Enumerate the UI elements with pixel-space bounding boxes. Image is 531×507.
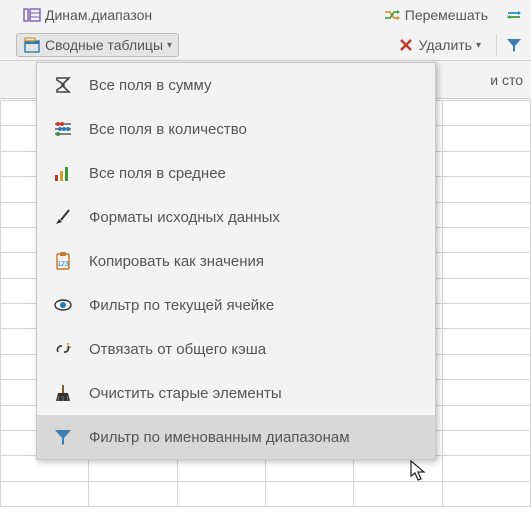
sigma-icon (51, 73, 75, 97)
broom-icon (51, 381, 75, 405)
brush-icon (51, 205, 75, 229)
eye-icon (51, 293, 75, 317)
filter-icon[interactable] (505, 36, 523, 54)
pivot-tables-button[interactable]: Сводные таблицы ▾ (16, 33, 179, 57)
sync-icon[interactable] (505, 6, 523, 24)
menu-item-label: Фильтр по именованным диапазонам (89, 429, 350, 446)
funnel-icon (51, 425, 75, 449)
delete-button[interactable]: Удалить ▾ (390, 33, 488, 57)
menu-copy-as-values[interactable]: 123 Копировать как значения (37, 239, 435, 283)
range-icon (23, 6, 41, 24)
shuffle-label: Перемешать (405, 7, 488, 23)
menu-item-label: Очистить старые элементы (89, 385, 282, 402)
menu-unlink-cache[interactable]: Отвязать от общего кэша (37, 327, 435, 371)
menu-item-label: Все поля в количество (89, 121, 247, 138)
delete-icon (397, 36, 415, 54)
shuffle-button[interactable]: Перемешать (376, 3, 495, 27)
pivot-tables-label: Сводные таблицы (45, 37, 163, 53)
menu-all-fields-count[interactable]: Все поля в количество (37, 107, 435, 151)
unlink-icon (51, 337, 75, 361)
menu-all-fields-sum[interactable]: Все поля в сумму (37, 63, 435, 107)
abacus-icon (51, 117, 75, 141)
shuffle-icon (383, 6, 401, 24)
dynamic-range-button[interactable]: Динам.диапазон (16, 3, 159, 27)
pivot-icon (23, 36, 41, 54)
svg-text:123: 123 (57, 261, 69, 268)
ribbon: Динам.диапазон Перемешать (0, 0, 531, 61)
menu-source-formats[interactable]: Форматы исходных данных (37, 195, 435, 239)
delete-label: Удалить (419, 37, 472, 53)
pivot-tables-dropdown: Все поля в сумму Все поля в количество В… (36, 62, 436, 460)
separator (496, 34, 497, 56)
bar-chart-icon (51, 161, 75, 185)
menu-item-label: Все поля в среднее (89, 165, 226, 182)
menu-item-label: Копировать как значения (89, 253, 264, 270)
menu-filter-named-ranges[interactable]: Фильтр по именованным диапазонам (37, 415, 435, 459)
menu-filter-current-cell[interactable]: Фильтр по текущей ячейке (37, 283, 435, 327)
menu-item-label: Форматы исходных данных (89, 209, 280, 226)
menu-item-label: Фильтр по текущей ячейке (89, 297, 274, 314)
clipboard-icon: 123 (51, 249, 75, 273)
truncated-text: и сто (490, 72, 523, 88)
menu-clear-old-items[interactable]: Очистить старые элементы (37, 371, 435, 415)
dynamic-range-label: Динам.диапазон (45, 7, 152, 23)
menu-all-fields-average[interactable]: Все поля в среднее (37, 151, 435, 195)
menu-item-label: Все поля в сумму (89, 77, 211, 94)
chevron-down-icon: ▾ (167, 40, 172, 51)
menu-item-label: Отвязать от общего кэша (89, 341, 266, 358)
cursor-icon (410, 460, 428, 482)
chevron-down-icon: ▾ (476, 40, 481, 51)
